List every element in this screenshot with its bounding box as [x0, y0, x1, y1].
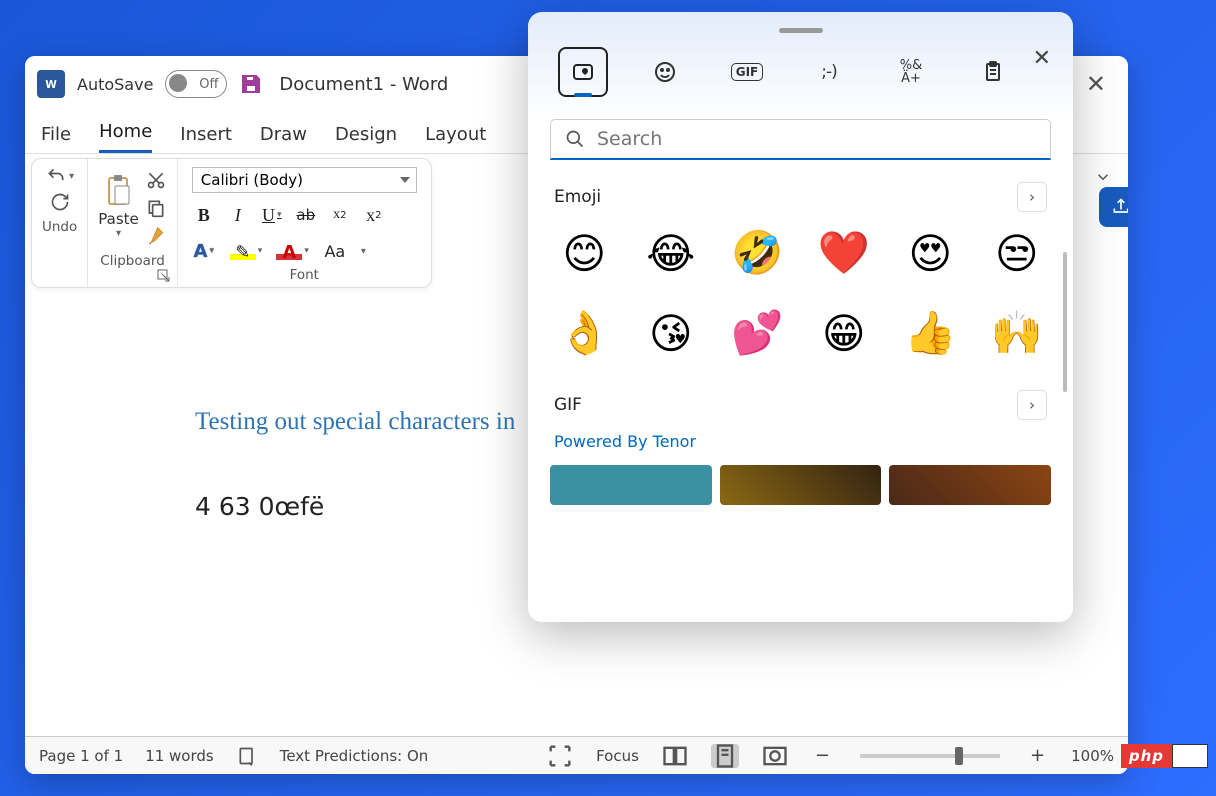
subscript-button[interactable]: x2 — [328, 203, 352, 227]
chevron-down-icon[interactable]: ▾ — [69, 171, 74, 182]
emoji-two-hearts[interactable]: 💕 — [731, 308, 784, 358]
chevron-down-icon[interactable]: ▾ — [116, 228, 121, 239]
font-color-button[interactable]: A▾ — [276, 239, 309, 263]
word-app-icon: W — [37, 70, 65, 98]
font-family-select[interactable]: Calibri (Body) — [192, 167, 417, 193]
svg-text:W: W — [45, 79, 57, 91]
paste-button[interactable]: Paste ▾ — [98, 174, 139, 239]
search-field[interactable] — [550, 119, 1051, 160]
superscript-button[interactable]: x2 — [362, 203, 386, 227]
zoom-slider[interactable] — [860, 754, 1000, 758]
recent-tab[interactable] — [558, 47, 608, 97]
emoji-grid: 😊 😂 🤣 ❤️ 😍 😒 👌 😘 💕 😁 👍 🙌 — [550, 224, 1051, 382]
autosave-label: AutoSave — [77, 75, 153, 94]
gif-thumb[interactable] — [550, 465, 712, 505]
dialog-launcher-icon[interactable] — [157, 269, 171, 283]
search-input[interactable] — [597, 128, 1036, 150]
gif-section-title: GIF — [554, 395, 582, 415]
emoji-thumbs-up[interactable]: 👍 — [904, 308, 957, 358]
drag-handle[interactable] — [779, 28, 823, 33]
save-icon[interactable] — [239, 72, 263, 96]
undo-icon[interactable] — [45, 165, 67, 187]
autosave-control[interactable]: AutoSave Off — [77, 70, 227, 98]
emoji-picker-panel: ✕ GIF ;-) %&Ä+ Emoji › 😊 😂 🤣 ❤️ 😍 😒 👌 😘 … — [528, 12, 1073, 622]
window-close-button[interactable]: ✕ — [1076, 66, 1116, 102]
emoji-section-title: Emoji — [554, 187, 601, 207]
tab-home[interactable]: Home — [99, 121, 152, 153]
gif-section-header: GIF › — [554, 390, 1047, 420]
gif-thumb[interactable] — [720, 465, 882, 505]
tab-draw[interactable]: Draw — [260, 124, 307, 153]
page-count[interactable]: Page 1 of 1 — [39, 747, 123, 765]
scrollbar[interactable] — [1063, 252, 1067, 392]
bold-button[interactable]: B — [192, 203, 216, 227]
statusbar: Page 1 of 1 11 words Text Predictions: O… — [25, 736, 1128, 774]
clipboard-group: Paste ▾ Clipboard — [88, 159, 178, 287]
document-title: Document1 - Word — [279, 74, 448, 95]
tab-layout[interactable]: Layout — [425, 124, 486, 153]
watermark-badge: php — [1121, 744, 1208, 768]
format-painter-icon[interactable] — [145, 225, 167, 247]
kaomoji-tab[interactable]: ;-) — [804, 47, 854, 97]
web-layout-icon[interactable] — [761, 744, 789, 768]
close-icon[interactable]: ✕ — [1033, 46, 1051, 71]
word-count[interactable]: 11 words — [145, 747, 214, 765]
gif-more-button[interactable]: › — [1017, 390, 1047, 420]
change-case-button[interactable]: Aa — [323, 239, 347, 263]
italic-button[interactable]: I — [226, 203, 250, 227]
highlight-button[interactable]: ✎▾ — [230, 239, 263, 263]
text-predictions[interactable]: Text Predictions: On — [280, 747, 429, 765]
share-button[interactable] — [1099, 187, 1128, 227]
text-effects-button[interactable]: A▾ — [192, 239, 216, 263]
tab-design[interactable]: Design — [335, 124, 397, 153]
search-icon — [565, 129, 585, 149]
proofing-icon[interactable] — [236, 745, 258, 767]
clipboard-tab[interactable] — [968, 47, 1018, 97]
tab-file[interactable]: File — [41, 124, 71, 153]
emoji-tab[interactable] — [640, 47, 690, 97]
font-group: Calibri (Body) B I U▾ ab x2 x2 A▾ ✎▾ A▾ … — [178, 159, 431, 287]
emoji-blush[interactable]: 😊 — [558, 228, 611, 278]
gif-thumb[interactable] — [889, 465, 1051, 505]
emoji-rofl[interactable]: 🤣 — [731, 228, 784, 278]
emoji-section-header: Emoji › — [554, 182, 1047, 212]
font-group-label: Font — [178, 267, 431, 283]
tenor-attribution: Powered By Tenor — [554, 432, 1047, 451]
focus-label[interactable]: Focus — [596, 747, 639, 765]
gif-tab[interactable]: GIF — [722, 47, 772, 97]
emoji-ok-hand[interactable]: 👌 — [558, 308, 611, 358]
print-layout-icon[interactable] — [711, 744, 739, 768]
emoji-joy[interactable]: 😂 — [645, 228, 698, 278]
read-mode-icon[interactable] — [661, 744, 689, 768]
autosave-toggle[interactable]: Off — [165, 70, 227, 98]
category-tabs: GIF ;-) %&Ä+ — [558, 47, 1051, 97]
emoji-more-button[interactable]: › — [1017, 182, 1047, 212]
undo-group: ▾ Undo — [32, 159, 88, 287]
zoom-in-button[interactable]: + — [1026, 745, 1049, 766]
copy-icon[interactable] — [145, 197, 167, 219]
tab-insert[interactable]: Insert — [180, 124, 232, 153]
strikethrough-button[interactable]: ab — [294, 203, 318, 227]
focus-mode-button[interactable] — [546, 744, 574, 768]
emoji-raised-hands[interactable]: 🙌 — [991, 308, 1044, 358]
repeat-icon[interactable] — [49, 191, 71, 213]
emoji-heart-eyes[interactable]: 😍 — [904, 228, 957, 278]
clipboard-group-label: Clipboard — [100, 253, 164, 269]
emoji-grin[interactable]: 😁 — [818, 308, 871, 358]
symbols-tab[interactable]: %&Ä+ — [886, 47, 936, 97]
underline-button[interactable]: U▾ — [260, 203, 284, 227]
emoji-kiss[interactable]: 😘 — [645, 308, 698, 358]
emoji-heart[interactable]: ❤️ — [818, 228, 871, 278]
zoom-level[interactable]: 100% — [1071, 747, 1114, 765]
gif-thumbnails — [550, 465, 1051, 505]
cut-icon[interactable] — [145, 169, 167, 191]
zoom-out-button[interactable]: − — [811, 745, 834, 766]
emoji-unamused[interactable]: 😒 — [991, 228, 1044, 278]
undo-group-label: Undo — [42, 219, 77, 235]
